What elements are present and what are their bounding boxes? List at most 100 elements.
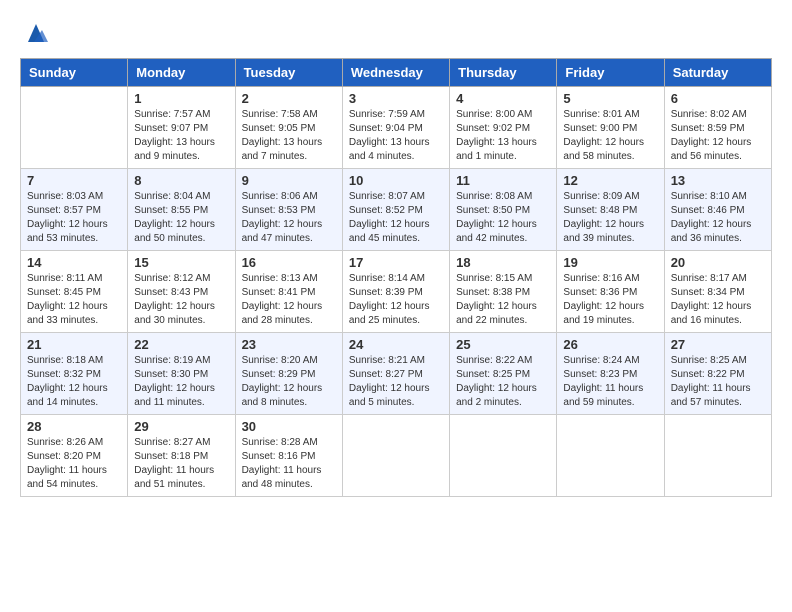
calendar-cell: 20 Sunrise: 8:17 AM Sunset: 8:34 PM Dayli… — [664, 251, 771, 333]
day-number: 9 — [242, 173, 336, 188]
day-info: Sunrise: 8:07 AM Sunset: 8:52 PM Dayligh… — [349, 190, 443, 246]
logo-icon — [22, 20, 50, 48]
calendar-cell: 18 Sunrise: 8:15 AM Sunset: 8:38 PM Dayli… — [450, 251, 557, 333]
calendar-cell: 11 Sunrise: 8:08 AM Sunset: 8:50 PM Dayli… — [450, 169, 557, 251]
day-number: 13 — [671, 173, 765, 188]
calendar-cell: 29Sunrise: 8:27 AM Sunset: 8:18 PM Dayli… — [128, 415, 235, 497]
calendar-cell: 10 Sunrise: 8:07 AM Sunset: 8:52 PM Dayli… — [342, 169, 449, 251]
weekday-header: Wednesday — [342, 59, 449, 87]
day-info: Sunrise: 8:06 AM Sunset: 8:53 PM Dayligh… — [242, 190, 336, 246]
weekday-header: Sunday — [21, 59, 128, 87]
calendar-cell: 2 Sunrise: 7:58 AM Sunset: 9:05 PM Daylig… — [235, 87, 342, 169]
calendar-cell: 8Sunrise: 8:04 AM Sunset: 8:55 PM Daylig… — [128, 169, 235, 251]
day-info: Sunrise: 8:24 AM Sunset: 8:23 PM Dayligh… — [563, 354, 657, 410]
day-info: Sunrise: 8:28 AM Sunset: 8:16 PM Dayligh… — [242, 436, 336, 492]
calendar-cell: 6 Sunrise: 8:02 AM Sunset: 8:59 PM Daylig… — [664, 87, 771, 169]
calendar-cell: 21 Sunrise: 8:18 AM Sunset: 8:32 PM Dayli… — [21, 333, 128, 415]
day-number: 3 — [349, 91, 443, 106]
day-info: Sunrise: 8:03 AM Sunset: 8:57 PM Dayligh… — [27, 190, 121, 246]
day-info: Sunrise: 8:27 AM Sunset: 8:18 PM Dayligh… — [134, 436, 228, 492]
day-number: 20 — [671, 255, 765, 270]
day-info: Sunrise: 8:04 AM Sunset: 8:55 PM Dayligh… — [134, 190, 228, 246]
calendar-cell: 17 Sunrise: 8:14 AM Sunset: 8:39 PM Dayli… — [342, 251, 449, 333]
logo — [20, 20, 50, 48]
calendar-week-row: 7Sunrise: 8:03 AM Sunset: 8:57 PM Daylig… — [21, 169, 772, 251]
day-info: Sunrise: 8:20 AM Sunset: 8:29 PM Dayligh… — [242, 354, 336, 410]
day-number: 24 — [349, 337, 443, 352]
day-info: Sunrise: 8:19 AM Sunset: 8:30 PM Dayligh… — [134, 354, 228, 410]
day-info: Sunrise: 8:02 AM Sunset: 8:59 PM Dayligh… — [671, 108, 765, 164]
day-info: Sunrise: 8:17 AM Sunset: 8:34 PM Dayligh… — [671, 272, 765, 328]
day-number: 2 — [242, 91, 336, 106]
weekday-header: Tuesday — [235, 59, 342, 87]
calendar-cell: 1 Sunrise: 7:57 AM Sunset: 9:07 PM Daylig… — [128, 87, 235, 169]
calendar-cell: 5 Sunrise: 8:01 AM Sunset: 9:00 PM Daylig… — [557, 87, 664, 169]
day-info: Sunrise: 8:18 AM Sunset: 8:32 PM Dayligh… — [27, 354, 121, 410]
day-info: Sunrise: 8:01 AM Sunset: 9:00 PM Dayligh… — [563, 108, 657, 164]
calendar-cell — [450, 415, 557, 497]
day-info: Sunrise: 8:09 AM Sunset: 8:48 PM Dayligh… — [563, 190, 657, 246]
day-info: Sunrise: 8:10 AM Sunset: 8:46 PM Dayligh… — [671, 190, 765, 246]
day-info: Sunrise: 8:00 AM Sunset: 9:02 PM Dayligh… — [456, 108, 550, 164]
day-number: 1 — [134, 91, 228, 106]
day-number: 11 — [456, 173, 550, 188]
calendar-cell: 24 Sunrise: 8:21 AM Sunset: 8:27 PM Dayli… — [342, 333, 449, 415]
day-info: Sunrise: 7:57 AM Sunset: 9:07 PM Dayligh… — [134, 108, 228, 164]
calendar-cell: 30 Sunrise: 8:28 AM Sunset: 8:16 PM Dayli… — [235, 415, 342, 497]
day-number: 25 — [456, 337, 550, 352]
day-number: 16 — [242, 255, 336, 270]
day-info: Sunrise: 8:13 AM Sunset: 8:41 PM Dayligh… — [242, 272, 336, 328]
calendar-cell: 15 Sunrise: 8:12 AM Sunset: 8:43 PM Dayli… — [128, 251, 235, 333]
day-number: 30 — [242, 419, 336, 434]
calendar-cell: 19 Sunrise: 8:16 AM Sunset: 8:36 PM Dayli… — [557, 251, 664, 333]
day-info: Sunrise: 8:14 AM Sunset: 8:39 PM Dayligh… — [349, 272, 443, 328]
day-number: 12 — [563, 173, 657, 188]
day-info: Sunrise: 8:26 AM Sunset: 8:20 PM Dayligh… — [27, 436, 121, 492]
day-number: 18 — [456, 255, 550, 270]
calendar-table: SundayMondayTuesdayWednesdayThursdayFrid… — [20, 58, 772, 497]
weekday-header: Saturday — [664, 59, 771, 87]
calendar-cell — [557, 415, 664, 497]
calendar-week-row: 14Sunrise: 8:11 AM Sunset: 8:45 PM Dayli… — [21, 251, 772, 333]
day-info: Sunrise: 7:59 AM Sunset: 9:04 PM Dayligh… — [349, 108, 443, 164]
day-info: Sunrise: 8:25 AM Sunset: 8:22 PM Dayligh… — [671, 354, 765, 410]
calendar-cell: 27Sunrise: 8:25 AM Sunset: 8:22 PM Dayli… — [664, 333, 771, 415]
day-info: Sunrise: 8:15 AM Sunset: 8:38 PM Dayligh… — [456, 272, 550, 328]
day-number: 19 — [563, 255, 657, 270]
calendar-cell: 26 Sunrise: 8:24 AM Sunset: 8:23 PM Dayli… — [557, 333, 664, 415]
day-number: 5 — [563, 91, 657, 106]
day-number: 15 — [134, 255, 228, 270]
calendar-cell: 23Sunrise: 8:20 AM Sunset: 8:29 PM Dayli… — [235, 333, 342, 415]
day-number: 28 — [27, 419, 121, 434]
day-info: Sunrise: 8:08 AM Sunset: 8:50 PM Dayligh… — [456, 190, 550, 246]
day-info: Sunrise: 7:58 AM Sunset: 9:05 PM Dayligh… — [242, 108, 336, 164]
day-number: 17 — [349, 255, 443, 270]
calendar-cell: 16 Sunrise: 8:13 AM Sunset: 8:41 PM Dayli… — [235, 251, 342, 333]
weekday-header: Monday — [128, 59, 235, 87]
day-info: Sunrise: 8:22 AM Sunset: 8:25 PM Dayligh… — [456, 354, 550, 410]
day-number: 26 — [563, 337, 657, 352]
calendar-cell: 28 Sunrise: 8:26 AM Sunset: 8:20 PM Dayli… — [21, 415, 128, 497]
page-header — [20, 20, 772, 48]
day-number: 6 — [671, 91, 765, 106]
calendar-cell: 3 Sunrise: 7:59 AM Sunset: 9:04 PM Daylig… — [342, 87, 449, 169]
calendar-week-row: 21 Sunrise: 8:18 AM Sunset: 8:32 PM Dayli… — [21, 333, 772, 415]
calendar-cell: 12 Sunrise: 8:09 AM Sunset: 8:48 PM Dayli… — [557, 169, 664, 251]
day-number: 22 — [134, 337, 228, 352]
weekday-header: Thursday — [450, 59, 557, 87]
calendar-cell — [342, 415, 449, 497]
weekday-header: Friday — [557, 59, 664, 87]
calendar-cell — [664, 415, 771, 497]
calendar-cell: 4Sunrise: 8:00 AM Sunset: 9:02 PM Daylig… — [450, 87, 557, 169]
day-number: 21 — [27, 337, 121, 352]
calendar-cell: 9 Sunrise: 8:06 AM Sunset: 8:53 PM Daylig… — [235, 169, 342, 251]
day-number: 10 — [349, 173, 443, 188]
calendar-header-row: SundayMondayTuesdayWednesdayThursdayFrid… — [21, 59, 772, 87]
calendar-cell: 25 Sunrise: 8:22 AM Sunset: 8:25 PM Dayli… — [450, 333, 557, 415]
day-info: Sunrise: 8:12 AM Sunset: 8:43 PM Dayligh… — [134, 272, 228, 328]
calendar-cell: 7Sunrise: 8:03 AM Sunset: 8:57 PM Daylig… — [21, 169, 128, 251]
day-info: Sunrise: 8:16 AM Sunset: 8:36 PM Dayligh… — [563, 272, 657, 328]
calendar-week-row: 1 Sunrise: 7:57 AM Sunset: 9:07 PM Daylig… — [21, 87, 772, 169]
calendar-cell: 14Sunrise: 8:11 AM Sunset: 8:45 PM Dayli… — [21, 251, 128, 333]
day-info: Sunrise: 8:21 AM Sunset: 8:27 PM Dayligh… — [349, 354, 443, 410]
